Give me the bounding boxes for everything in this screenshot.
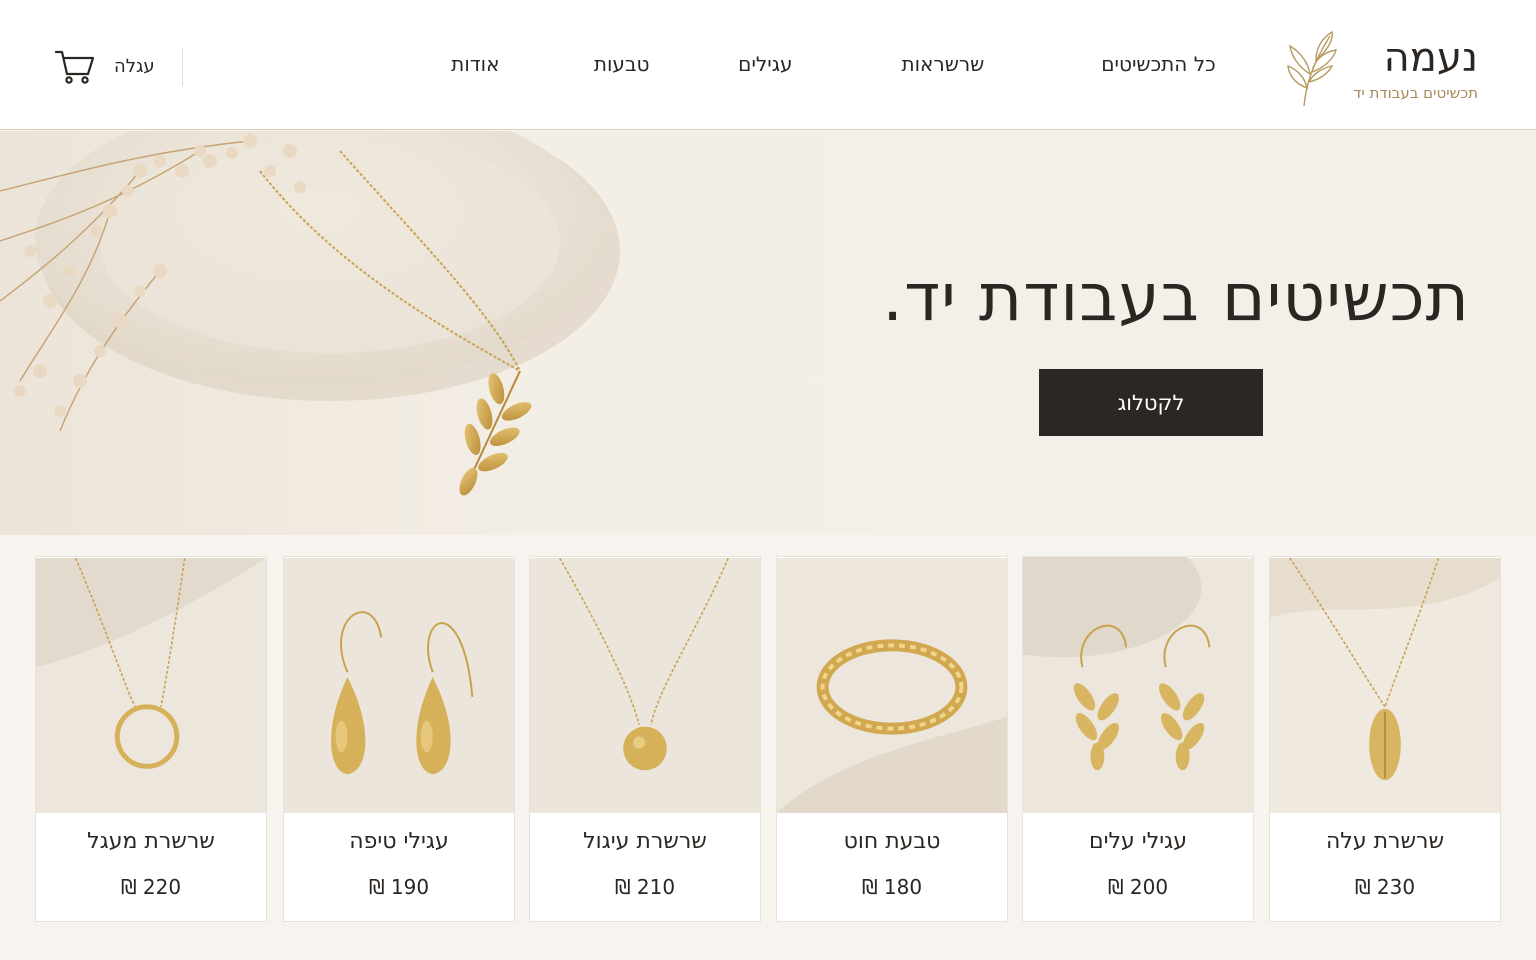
twist-ring-image (777, 558, 1007, 813)
product-card-twist-ring[interactable]: טבעת חוט 180 ₪ (776, 556, 1008, 922)
product-name: שרשרת מעגל (87, 829, 215, 854)
product-price: 180 ₪ (861, 875, 923, 899)
catalog-button[interactable]: לקטלוג (1039, 369, 1263, 436)
nav-item-all-jewelry[interactable]: כל התכשיטים (1101, 52, 1215, 76)
product-price: 220 ₪ (120, 875, 182, 899)
nav-item-necklaces[interactable]: שרשראות (901, 52, 984, 76)
leaf-earrings-image (1023, 557, 1253, 813)
site-header: נעמה תכשיטים בעבודת יד כל התכשיטים שרשרא… (0, 0, 1536, 130)
product-name: עגילי טיפה (349, 829, 449, 854)
product-price: 190 ₪ (368, 875, 430, 899)
nav-item-about[interactable]: אודות (451, 52, 499, 76)
cart-icon[interactable] (54, 48, 96, 86)
hero-banner: תכשיטים בעבודת יד. לקטלוג (0, 131, 1536, 535)
nav-item-earrings[interactable]: עגילים (738, 52, 792, 76)
brand-tagline: תכשיטים בעבודת יד (1353, 84, 1478, 102)
circle-necklace-image (36, 557, 266, 813)
product-name: שרשרת עיגול (583, 829, 707, 854)
product-card-disc-necklace[interactable]: שרשרת עיגול 210 ₪ (529, 556, 761, 922)
nav-item-rings[interactable]: טבעות (594, 52, 650, 76)
product-price: 200 ₪ (1107, 875, 1169, 899)
product-name: טבעת חוט (843, 829, 941, 854)
product-card-drop-earrings[interactable]: עגילי טיפה 190 ₪ (283, 556, 515, 922)
leaf-necklace-image (1270, 557, 1500, 813)
product-name: שרשרת עלה (1325, 829, 1445, 854)
product-card-leaf-necklace[interactable]: שרשרת עלה 230 ₪ (1269, 556, 1501, 922)
drop-earrings-image (284, 558, 514, 813)
product-grid: שרשרת עלה 230 ₪ עגילי עלים 200 ₪ טבעת חו… (0, 556, 1536, 924)
hero-title: תכשיטים בעבודת יד. (882, 259, 1470, 336)
cart-label[interactable]: עגלה (114, 56, 155, 77)
product-card-leaf-earrings[interactable]: עגילי עלים 200 ₪ (1022, 556, 1254, 922)
hero-necklace-image (0, 131, 620, 496)
product-price: 230 ₪ (1354, 875, 1416, 899)
cart-divider (182, 48, 183, 86)
product-card-circle-necklace[interactable]: שרשרת מעגל 220 ₪ (35, 556, 267, 922)
disc-necklace-image (530, 557, 760, 813)
main-nav: כל התכשיטים שרשראות עגילים טבעות אודות (0, 52, 1536, 82)
product-price: 210 ₪ (614, 875, 676, 899)
product-name: עגילי עלים (1089, 829, 1187, 854)
